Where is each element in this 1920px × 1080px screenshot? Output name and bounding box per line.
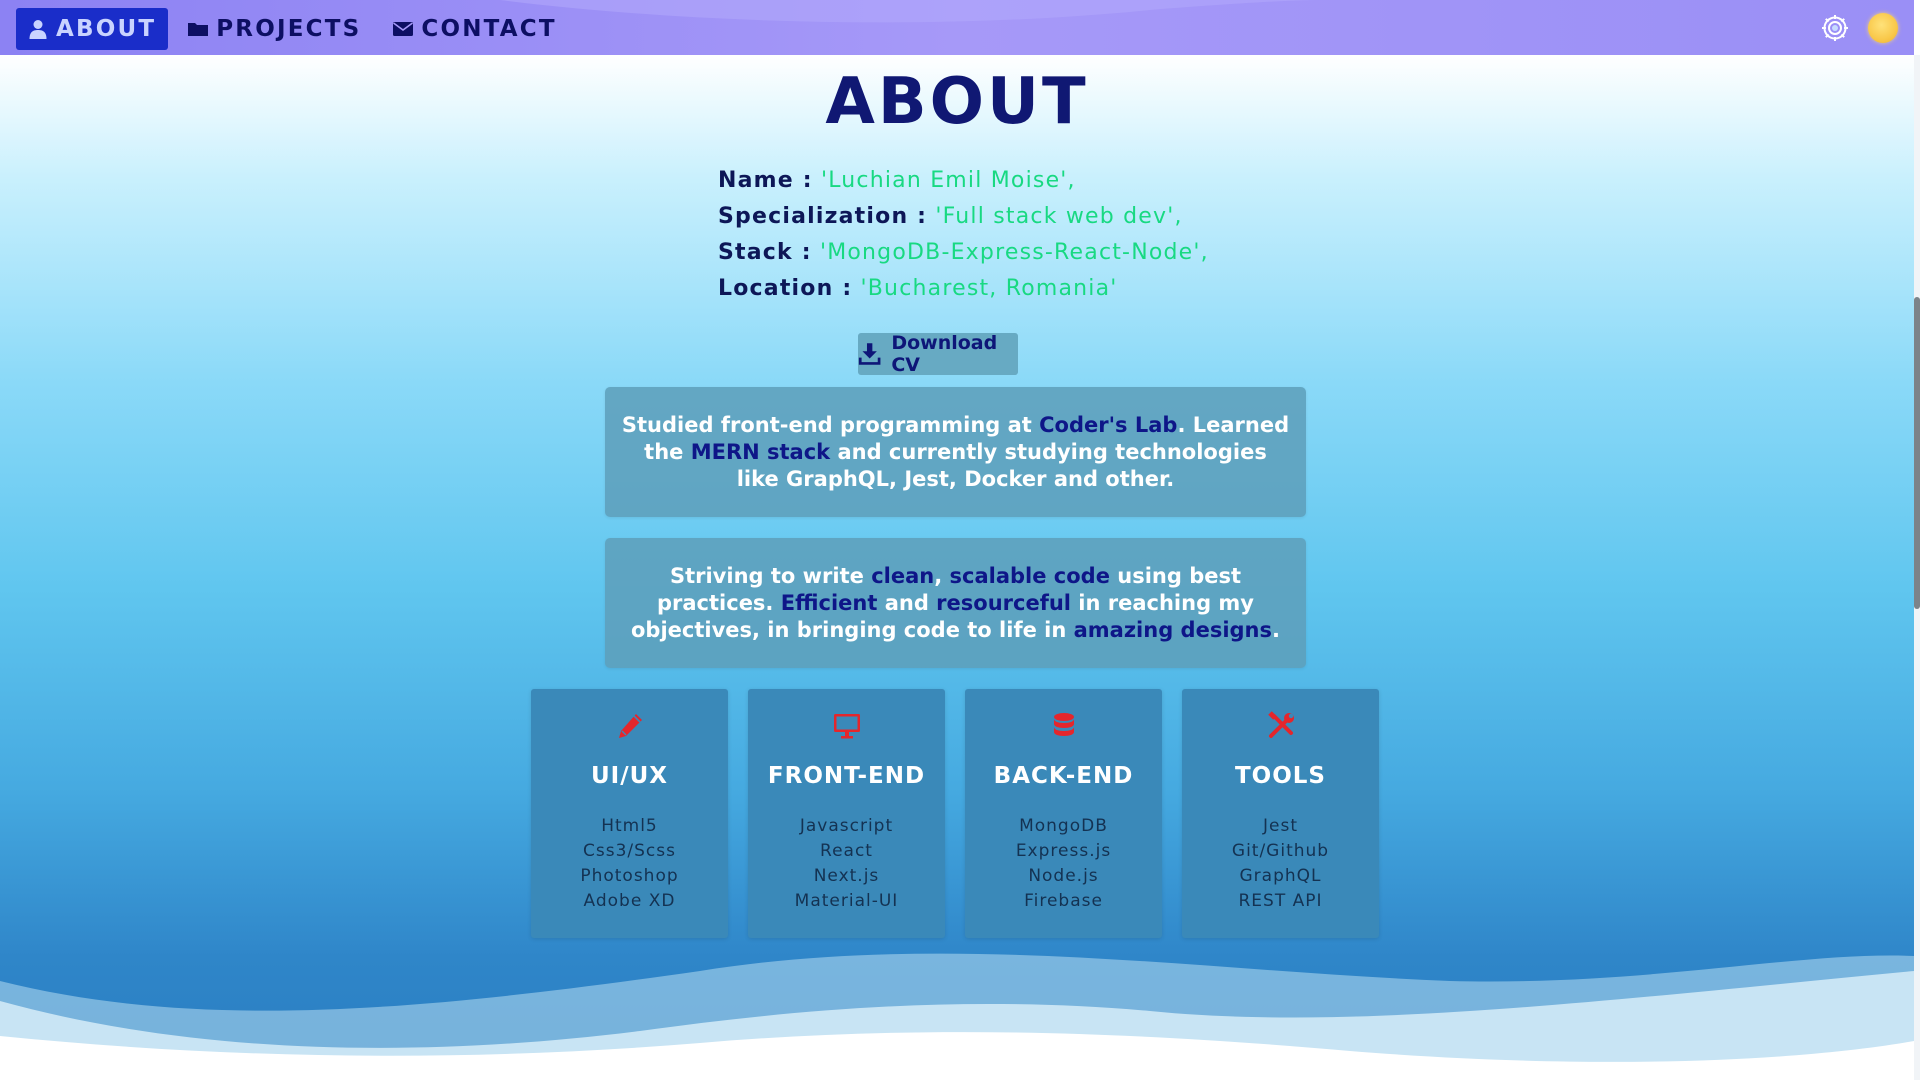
download-icon [858,343,881,365]
list-item: Css3/Scss [583,841,676,861]
list-item: Next.js [813,866,880,886]
text-segment: and [877,590,937,615]
nav-item-contact[interactable]: CONTACT [381,8,568,50]
text-segment: . [1272,617,1280,642]
info-key: Location : [718,276,853,301]
info-key: Stack : [718,240,812,265]
folder-icon [188,23,209,36]
highlight-clean: clean [871,563,935,588]
card-list: Html5 Css3/Scss Photoshop Adobe XD [580,814,678,914]
gear-icon[interactable] [1820,13,1850,43]
card-list: Javascript React Next.js Material-UI [795,814,899,914]
text-segment: , [934,563,950,588]
list-item: Git/Github [1231,841,1330,861]
striving-text: Striving to write clean, scalable code u… [621,563,1290,644]
card-title: UI/UX [590,763,669,789]
list-item: React [820,841,873,861]
info-value: 'Full stack web dev', [935,204,1183,229]
studied-text: Studied front-end programming at Coder's… [621,412,1290,493]
list-item: Jest [1262,816,1298,836]
highlight-efficient: Efficient [780,590,878,615]
bottom-wave-decoration [0,953,1914,1080]
nav-right-controls [1820,13,1898,43]
info-value: 'Bucharest, Romania' [860,276,1118,301]
highlight-resourceful: resourceful [936,590,1071,615]
nav-item-projects[interactable]: PROJECTS [176,8,373,50]
list-item: GraphQL [1239,866,1322,886]
nav-item-about[interactable]: ABOUT [16,8,169,50]
studied-panel: Studied front-end programming at Coder's… [605,387,1306,517]
highlight-amazing-designs: amazing designs [1073,617,1273,642]
skill-card-frontend: FRONT-END Javascript React Next.js Mater… [748,689,945,938]
page-title: ABOUT [825,65,1089,139]
database-icon [1049,711,1079,741]
text-segment: Striving to write [669,563,872,588]
striving-panel: Striving to write clean, scalable code u… [605,538,1306,668]
user-icon [29,20,47,39]
nav-item-contact-label: CONTACT [421,16,557,42]
highlight-scalable-code: scalable code [949,563,1110,588]
tools-icon [1266,711,1296,741]
skills-cards: UI/UX Html5 Css3/Scss Photoshop Adobe XD… [531,689,1379,938]
nav-menu: ABOUT PROJECTS CONTACT [16,8,569,50]
envelope-icon [393,22,414,36]
monitor-icon [832,711,862,741]
text-segment: Studied front-end programming at [621,412,1040,437]
scrollbar-thumb[interactable] [1914,297,1920,609]
info-value: 'Luchian Emil Moise', [820,168,1076,193]
card-list: MongoDB Express.js Node.js Firebase [1016,814,1111,914]
download-cv-button[interactable]: Download CV [858,332,1018,376]
list-item: Node.js [1028,866,1099,886]
list-item: Html5 [601,816,658,836]
info-row-location: Location : 'Bucharest, Romania' [718,271,1209,307]
pencil-icon [615,711,645,741]
info-block: Name : 'Luchian Emil Moise', Specializat… [718,163,1209,307]
card-title: TOOLS [1234,763,1326,789]
list-item: MongoDB [1019,816,1108,836]
card-title: FRONT-END [767,763,926,789]
info-row-stack: Stack : 'MongoDB-Express-React-Node', [718,235,1209,271]
card-list: Jest Git/Github GraphQL REST API [1232,814,1329,914]
info-key: Name : [718,168,813,193]
download-cv-label: Download CV [891,332,998,376]
list-item: Javascript [799,816,894,836]
skill-card-tools: TOOLS Jest Git/Github GraphQL REST API [1182,689,1379,938]
info-key: Specialization : [718,204,928,229]
info-row-name: Name : 'Luchian Emil Moise', [718,163,1209,199]
list-item: Photoshop [580,866,679,886]
info-value: 'MongoDB-Express-React-Node', [819,240,1209,265]
highlight-mern-stack: MERN stack [690,439,831,464]
top-navbar: ABOUT PROJECTS CONTACT [0,0,1914,55]
nav-item-about-label: ABOUT [56,16,157,42]
info-row-specialization: Specialization : 'Full stack web dev', [718,199,1209,235]
list-item: Express.js [1015,841,1112,861]
highlight-coders-lab: Coder's Lab [1039,412,1178,437]
skill-card-backend: BACK-END MongoDB Express.js Node.js Fire… [965,689,1162,938]
sun-icon[interactable] [1868,13,1898,43]
card-title: BACK-END [993,763,1134,789]
skill-card-uiux: UI/UX Html5 Css3/Scss Photoshop Adobe XD [531,689,728,938]
nav-item-projects-label: PROJECTS [216,16,362,42]
